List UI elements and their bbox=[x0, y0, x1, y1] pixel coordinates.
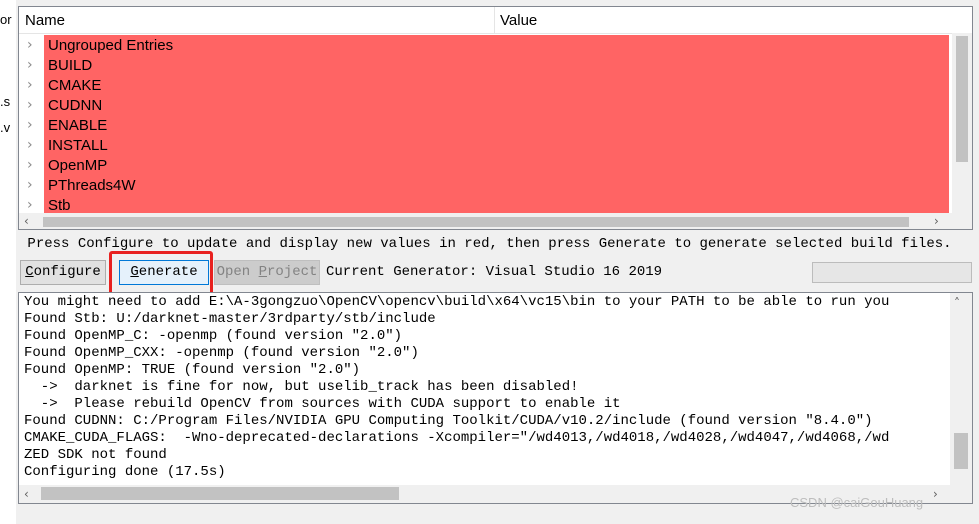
log-line: You might need to add E:\A-3gongzuo\Open… bbox=[24, 294, 890, 310]
current-generator-label: Current Generator: Visual Studio 16 2019 bbox=[326, 264, 663, 280]
hint-text: Press Configure to update and display ne… bbox=[27, 236, 952, 252]
tree-row[interactable]: › INSTALL bbox=[19, 135, 972, 155]
chevron-right-icon[interactable]: › bbox=[27, 155, 39, 175]
configure-button[interactable]: Configure bbox=[20, 260, 106, 285]
chevron-right-icon[interactable]: › bbox=[27, 75, 39, 95]
tree-row[interactable]: › OpenMP bbox=[19, 155, 972, 175]
tree-row-label: Ungrouped Entries bbox=[48, 37, 174, 54]
row-highlight bbox=[44, 195, 949, 215]
tree-row-label: INSTALL bbox=[48, 137, 108, 154]
configure-mnemonic: C bbox=[25, 264, 34, 280]
row-highlight bbox=[44, 115, 949, 135]
log-line: Found Stb: U:/darknet-master/3rdparty/st… bbox=[24, 311, 436, 327]
arrow-up-icon[interactable]: ˄ bbox=[954, 295, 960, 311]
chevron-right-icon[interactable]: › bbox=[27, 175, 39, 195]
log-line: Found OpenMP_C: -openmp (found version "… bbox=[24, 328, 403, 344]
tree-row[interactable]: › CUDNN bbox=[19, 95, 972, 115]
clipped-text: .v bbox=[0, 120, 11, 135]
log-line: Found OpenMP: TRUE (found version "2.0") bbox=[24, 362, 361, 378]
output-log[interactable]: You might need to add E:\A-3gongzuo\Open… bbox=[18, 292, 973, 504]
log-lines: You might need to add E:\A-3gongzuo\Open… bbox=[24, 294, 889, 481]
cache-entries-tree[interactable]: Name Value › Ungrouped Entries › BUILD › CMAK… bbox=[18, 6, 973, 230]
chevron-right-icon[interactable]: › bbox=[27, 195, 39, 215]
row-highlight bbox=[44, 55, 949, 75]
log-line: -> Please rebuild OpenCV from sources wi… bbox=[24, 396, 621, 412]
open-project-button[interactable]: Open Project bbox=[214, 260, 320, 285]
chevron-right-icon[interactable]: › bbox=[27, 135, 39, 155]
tree-row[interactable]: › CMAKE bbox=[19, 75, 972, 95]
watermark: CSDN @caiGouHuang bbox=[790, 495, 924, 510]
column-divider[interactable] bbox=[494, 7, 495, 33]
chevron-right-icon[interactable]: › bbox=[27, 55, 39, 75]
row-highlight bbox=[44, 135, 949, 155]
row-highlight bbox=[44, 175, 949, 195]
tree-row[interactable]: › ENABLE bbox=[19, 115, 972, 135]
log-line: CMAKE_CUDA_FLAGS: -Wno-deprecated-declar… bbox=[24, 430, 890, 446]
arrow-right-icon[interactable]: › bbox=[933, 486, 938, 502]
tree-row[interactable]: › BUILD bbox=[19, 55, 972, 75]
clipped-text: .s bbox=[0, 94, 11, 109]
tree-row-label: OpenMP bbox=[48, 157, 108, 174]
log-vertical-scroll-thumb[interactable] bbox=[954, 433, 968, 469]
progress-bar bbox=[812, 262, 972, 283]
arrow-left-icon[interactable]: ‹ bbox=[24, 213, 29, 229]
row-highlight bbox=[44, 75, 949, 95]
left-panel-clipped: or .s .v bbox=[0, 0, 16, 524]
row-highlight bbox=[44, 155, 949, 175]
open-project-mnemonic: P bbox=[258, 264, 267, 280]
tree-row[interactable]: › Ungrouped Entries bbox=[19, 35, 972, 55]
tree-row[interactable]: › PThreads4W bbox=[19, 175, 972, 195]
log-line: Found OpenMP_CXX: -openmp (found version… bbox=[24, 345, 419, 361]
tree-row-label: CMAKE bbox=[48, 77, 102, 94]
log-line: -> darknet is fine for now, but uselib_t… bbox=[24, 379, 579, 395]
open-project-label-pre: Open bbox=[216, 264, 259, 280]
tree-row-label: PThreads4W bbox=[48, 177, 136, 194]
chevron-right-icon[interactable]: › bbox=[27, 95, 39, 115]
configure-label: onfigure bbox=[33, 264, 101, 280]
generate-highlight-box bbox=[109, 251, 213, 295]
tree-row-label: Stb bbox=[48, 197, 71, 214]
column-header-value[interactable]: Value bbox=[500, 7, 537, 33]
open-project-label: roject bbox=[267, 264, 318, 280]
log-horizontal-scroll-thumb[interactable] bbox=[41, 487, 399, 500]
tree-row-label: CUDNN bbox=[48, 97, 103, 114]
tree-row[interactable]: › Stb bbox=[19, 195, 972, 215]
log-line: ZED SDK not found bbox=[24, 447, 167, 463]
tree-vertical-scroll-thumb[interactable] bbox=[956, 36, 968, 162]
tree-row-label: BUILD bbox=[48, 57, 93, 74]
column-header-name[interactable]: Name bbox=[25, 7, 65, 33]
tree-row-label: ENABLE bbox=[48, 117, 108, 134]
row-highlight bbox=[44, 95, 949, 115]
log-line: Configuring done (17.5s) bbox=[24, 464, 226, 480]
arrow-right-icon[interactable]: › bbox=[934, 213, 939, 229]
tree-horizontal-scroll-thumb[interactable] bbox=[43, 217, 909, 227]
chevron-right-icon[interactable]: › bbox=[27, 35, 39, 55]
arrow-left-icon[interactable]: ‹ bbox=[24, 486, 29, 502]
log-line: Found CUDNN: C:/Program Files/NVIDIA GPU… bbox=[24, 413, 873, 429]
chevron-right-icon[interactable]: › bbox=[27, 115, 39, 135]
tree-header: Name Value bbox=[19, 7, 972, 34]
row-highlight bbox=[44, 35, 949, 55]
tree-rows: › Ungrouped Entries › BUILD › CMAKE › CUDNN › ENA… bbox=[19, 35, 972, 215]
clipped-text: or bbox=[0, 12, 12, 27]
